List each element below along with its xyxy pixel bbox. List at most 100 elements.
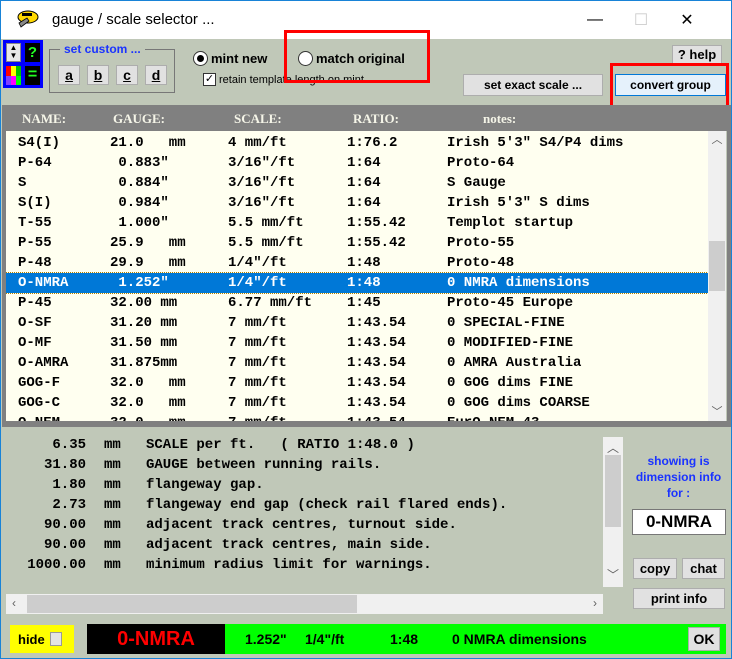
cell-name: GOG-C bbox=[18, 395, 61, 411]
cell-scale: 7 mm/ft bbox=[228, 355, 287, 371]
hide-checkbox[interactable]: hide bbox=[10, 625, 74, 653]
up-down-arrows-button[interactable]: ▲ ▼ bbox=[6, 43, 21, 62]
info-scroll-down-icon[interactable]: ﹀ bbox=[607, 566, 619, 583]
cell-scale: 3/16"/ft bbox=[228, 175, 296, 191]
list-row[interactable]: P-48 29.9 mm 1/4"/ft 1:48 Proto-48 bbox=[6, 253, 708, 273]
maximize-button[interactable]: ☐ bbox=[618, 1, 664, 39]
cell-notes: Proto-55 bbox=[447, 235, 515, 251]
list-row[interactable]: GOG-F 32.0 mm 7 mm/ft 1:43.54 0 GOG dims FIN… bbox=[6, 373, 708, 393]
scroll-up-icon[interactable]: ︿ bbox=[708, 131, 726, 149]
cell-scale: 7 mm/ft bbox=[228, 395, 287, 411]
ok-button[interactable]: OK bbox=[688, 627, 720, 651]
info-vertical-scrollbar[interactable]: ︿ ﹀ bbox=[603, 437, 623, 587]
info-horizontal-scrollbar[interactable]: ‹ › bbox=[6, 594, 603, 614]
info-line: 31.80 mm GAUGE between running rails. bbox=[6, 457, 606, 477]
gauge-scale-selector-window: gauge / scale selector ... — ☐ ✕ ▲ ▼ ? = … bbox=[0, 0, 732, 659]
maximize-icon: ☐ bbox=[633, 12, 649, 29]
list-vertical-scrollbar[interactable]: ︿ ﹀ bbox=[708, 131, 726, 421]
cell-notes: Irish 5'3" S4/P4 dims bbox=[447, 135, 624, 151]
cell-notes: 0 SPECIAL-FINE bbox=[447, 315, 565, 331]
toolbox: ▲ ▼ ? = bbox=[3, 40, 43, 88]
cell-gauge: 1.252" bbox=[110, 275, 169, 291]
info-line: 1.80 mm flangeway gap. bbox=[6, 477, 606, 497]
list-row[interactable]: S(I) 0.984" 3/16"/ft 1:64 Irish 5'3" S dims bbox=[6, 193, 708, 213]
minimize-icon: — bbox=[587, 11, 603, 28]
hide-label: hide bbox=[18, 631, 45, 647]
chat-button[interactable]: chat bbox=[682, 558, 725, 579]
cell-ratio: 1:43.54 bbox=[347, 315, 406, 331]
scroll-down-icon[interactable]: ﹀ bbox=[708, 403, 726, 421]
list-row[interactable]: GOG-C 32.0 mm 7 mm/ft 1:43.54 0 GOG dims COA… bbox=[6, 393, 708, 413]
cell-ratio: 1:45 bbox=[347, 295, 381, 311]
info-scroll-right-icon[interactable]: › bbox=[593, 596, 597, 610]
color-palette-button[interactable] bbox=[6, 66, 21, 85]
info-line: 6.35 mm SCALE per ft. ( RATIO 1:48.0 ) bbox=[6, 437, 606, 457]
info-value: 2.73 bbox=[52, 497, 86, 513]
info-scroll-up-icon[interactable]: ︿ bbox=[607, 439, 619, 456]
help-button[interactable]: ? help bbox=[672, 45, 722, 65]
list-row[interactable]: S4(I) 21.0 mm 4 mm/ft 1:76.2 Irish 5'3" S4/P… bbox=[6, 133, 708, 153]
list-row[interactable]: O-NEM32.0 mm7 mm/ft1:43.54EurO-NEM 43 bbox=[6, 413, 708, 421]
list-row[interactable]: P-64 0.883" 3/16"/ft 1:64 Proto-64 bbox=[6, 153, 708, 173]
hide-checkbox-box[interactable] bbox=[49, 632, 62, 646]
window-title: gauge / scale selector ... bbox=[52, 11, 215, 28]
custom-c-button[interactable]: c bbox=[116, 65, 138, 85]
toolbox-help-button[interactable]: ? bbox=[25, 43, 40, 62]
list-frame-bottom bbox=[2, 421, 731, 427]
info-unit: mm bbox=[104, 497, 121, 513]
cell-name: S4(I) bbox=[18, 135, 61, 151]
info-line: 90.00 mm adjacent track centres, main side… bbox=[6, 537, 606, 557]
list-row[interactable]: S 0.884" 3/16"/ft 1:64 S Gauge bbox=[6, 173, 708, 193]
info-desc: flangeway end gap (check rail flared end… bbox=[146, 497, 508, 513]
minimize-button[interactable]: — bbox=[572, 1, 618, 39]
info-hscroll-thumb[interactable] bbox=[27, 595, 357, 613]
gauge-list[interactable]: S4(I) 21.0 mm 4 mm/ft 1:76.2 Irish 5'3" S4/P… bbox=[6, 131, 708, 421]
print-info-button[interactable]: print info bbox=[633, 588, 725, 609]
cell-scale: 7 mm/ft bbox=[228, 315, 287, 331]
cell-scale: 5.5 mm/ft bbox=[228, 235, 304, 251]
list-header: NAME: GAUGE: SCALE: RATIO: notes: bbox=[2, 105, 731, 131]
set-custom-group: set custom ... a b c d bbox=[49, 42, 175, 93]
set-exact-scale-button[interactable]: set exact scale ... bbox=[463, 74, 603, 96]
cell-notes: Proto-45 Europe bbox=[447, 295, 574, 311]
radio-selected-icon bbox=[193, 51, 208, 66]
column-header-scale: SCALE: bbox=[234, 111, 282, 126]
cell-ratio: 1:76.2 bbox=[347, 135, 398, 151]
list-row[interactable]: O-AMRA 31.875mm 7 mm/ft 1:43.54 0 AMRA Austr… bbox=[6, 353, 708, 373]
info-vscroll-thumb[interactable] bbox=[605, 455, 621, 527]
close-button[interactable]: ✕ bbox=[664, 1, 710, 39]
list-row[interactable]: P-55 25.9 mm 5.5 mm/ft 1:55.42 Proto-55 bbox=[6, 233, 708, 253]
list-row[interactable]: O-SF 31.20 mm 7 mm/ft 1:43.54 0 SPECIAL-FINE bbox=[6, 313, 708, 333]
mint-new-radio[interactable]: mint new bbox=[193, 51, 267, 66]
list-row[interactable]: O-NMRA 1.252" 1/4"/ft 1:48 0 NMRA dimension… bbox=[6, 272, 708, 294]
custom-a-button[interactable]: a bbox=[58, 65, 80, 85]
info-value: 90.00 bbox=[43, 537, 86, 553]
info-unit: mm bbox=[104, 537, 121, 553]
custom-d-button[interactable]: d bbox=[145, 65, 167, 85]
cell-ratio: 1:64 bbox=[347, 195, 381, 211]
cell-scale: 3/16"/ft bbox=[228, 195, 296, 211]
cell-notes: S Gauge bbox=[447, 175, 506, 191]
info-unit: mm bbox=[104, 477, 121, 493]
cell-gauge: 25.9 mm bbox=[110, 235, 186, 251]
list-row[interactable]: P-45 32.00 mm 6.77 mm/ft 1:45 Proto-45 Europ… bbox=[6, 293, 708, 313]
cell-ratio: 1:55.42 bbox=[347, 235, 406, 251]
custom-b-button[interactable]: b bbox=[87, 65, 109, 85]
list-scroll-thumb[interactable] bbox=[709, 240, 725, 291]
cell-ratio: 1:64 bbox=[347, 155, 381, 171]
mint-new-label: mint new bbox=[211, 51, 268, 66]
cell-notes: Proto-64 bbox=[447, 155, 515, 171]
cell-name: P-45 bbox=[18, 295, 52, 311]
cell-gauge: 0.883" bbox=[110, 155, 169, 171]
cell-gauge: 1.000" bbox=[110, 215, 169, 231]
status-notes: 0 NMRA dimensions bbox=[452, 631, 587, 647]
info-scroll-left-icon[interactable]: ‹ bbox=[12, 596, 16, 610]
info-value: 31.80 bbox=[43, 457, 86, 473]
list-row[interactable]: T-55 1.000" 5.5 mm/ft 1:55.42 Templot start… bbox=[6, 213, 708, 233]
cell-ratio: 1:43.54 bbox=[347, 355, 406, 371]
list-row[interactable]: O-MF 31.50 mm 7 mm/ft 1:43.54 0 MODIFIED-FIN… bbox=[6, 333, 708, 353]
copy-button[interactable]: copy bbox=[633, 558, 677, 579]
cell-gauge: 32.00 mm bbox=[110, 295, 178, 311]
showing-dimension-label: showing is dimension info for : bbox=[635, 454, 722, 500]
equal-button[interactable]: = bbox=[25, 66, 40, 85]
